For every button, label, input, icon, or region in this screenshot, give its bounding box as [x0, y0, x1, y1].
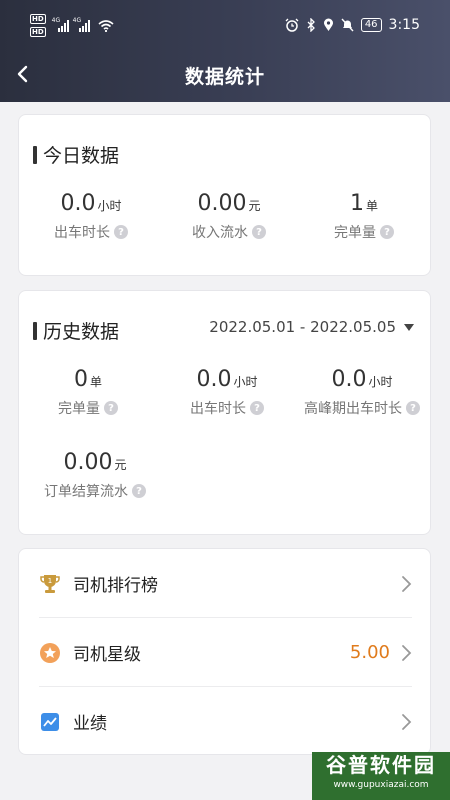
history-stat-settlement: 0.00 元 订单结算流水? [33, 450, 157, 501]
status-left: HD HD 4G 4G [30, 14, 114, 37]
stat-unit: 小时 [368, 375, 393, 389]
bluetooth-icon [307, 18, 315, 32]
stat-unit: 小时 [97, 199, 122, 213]
history-stat-peak-hours: 0.0 小时 高峰期出车时长? [297, 367, 427, 418]
help-icon[interactable]: ? [132, 484, 146, 498]
hd-badge-1: HD [30, 14, 46, 24]
today-stat-orders: 1单 完单量? [319, 191, 409, 242]
stat-label: 订单结算流水 [44, 484, 128, 500]
help-icon[interactable]: ? [406, 401, 420, 415]
help-icon[interactable]: ? [114, 225, 128, 239]
star-badge-icon [39, 642, 61, 664]
today-stat-income: 0.00 元 收入流水? [179, 191, 279, 242]
watermark-url: www.gupuxiazai.com [333, 780, 429, 790]
watermark-logo: 谷普软件园 www.gupuxiazai.com [312, 752, 450, 800]
stat-value: 0.0 [60, 191, 96, 216]
battery-indicator: 46 [360, 18, 382, 32]
title-marker [33, 321, 37, 340]
menu-item-performance[interactable]: 业绩 [39, 687, 412, 756]
chevron-right-icon [402, 713, 412, 730]
stat-unit: 单 [89, 375, 102, 389]
stat-unit: 元 [248, 199, 261, 213]
today-stat-drive-hours: 0.0 小时 出车时长? [43, 191, 139, 242]
svg-text:1: 1 [48, 577, 52, 585]
help-icon[interactable]: ? [252, 225, 266, 239]
stat-label: 出车时长 [54, 225, 110, 241]
chevron-right-icon [402, 575, 412, 592]
location-icon [323, 18, 333, 31]
stat-label: 出车时长 [190, 401, 246, 417]
history-card: 历史数据 2022.05.01 - 2022.05.05 0单 完单量? 0.0… [18, 290, 431, 535]
status-right: 46 3:15 [285, 17, 420, 33]
stat-value: 1 [349, 191, 364, 216]
trend-chart-icon [39, 711, 61, 733]
stat-value: 0.0 [331, 367, 367, 392]
stat-unit: 小时 [233, 375, 258, 389]
hd-badge-2: HD [30, 27, 46, 37]
stat-value: 0 [73, 367, 88, 392]
watermark-main: 谷普软件园 [326, 753, 436, 777]
hd-indicator: HD HD [30, 14, 46, 37]
caret-down-icon [404, 323, 414, 331]
stat-value: 0.00 [197, 191, 247, 216]
today-title: 今日数据 [33, 141, 119, 168]
title-marker [33, 145, 37, 164]
stat-unit: 单 [365, 199, 378, 213]
stat-label: 高峰期出车时长 [304, 401, 402, 417]
help-icon[interactable]: ? [104, 401, 118, 415]
nav-bar: 数据统计 [0, 52, 450, 96]
history-stat-drive-hours: 0.0 小时 出车时长? [179, 367, 275, 418]
menu-card: 1 司机排行榜 司机星级 5.00 业绩 [18, 548, 431, 755]
status-bar: HD HD 4G 4G 46 3:15 [0, 0, 450, 52]
alarm-icon [285, 18, 299, 32]
stat-label: 完单量 [334, 225, 376, 241]
star-rating-value: 5.00 [349, 642, 390, 663]
date-range-text: 2022.05.01 - 2022.05.05 [209, 318, 396, 336]
menu-label: 司机星级 [73, 645, 141, 665]
status-time: 3:15 [388, 17, 420, 33]
stat-label: 完单量 [58, 401, 100, 417]
menu-label: 司机排行榜 [73, 576, 158, 596]
history-title-text: 历史数据 [43, 321, 120, 343]
stat-value: 0.0 [196, 367, 232, 392]
today-card: 今日数据 0.0 小时 出车时长? 0.00 元 收入流水? 1单 完单量? [18, 114, 431, 276]
menu-item-ranking[interactable]: 1 司机排行榜 [39, 549, 412, 618]
today-title-text: 今日数据 [43, 145, 120, 167]
stat-value: 0.00 [63, 450, 113, 475]
menu-item-star-level[interactable]: 司机星级 5.00 [39, 618, 412, 687]
signal-icon: 4G [52, 17, 69, 32]
wifi-icon [98, 19, 114, 32]
page-title: 数据统计 [184, 66, 265, 88]
header: HD HD 4G 4G 46 3:15 数据统计 [0, 0, 450, 102]
stat-label: 收入流水 [192, 225, 248, 241]
chevron-right-icon [402, 644, 412, 661]
stat-unit: 元 [114, 458, 127, 472]
help-icon[interactable]: ? [380, 225, 394, 239]
help-icon[interactable]: ? [250, 401, 264, 415]
menu-label: 业绩 [73, 714, 107, 734]
mute-bell-icon [341, 18, 354, 32]
history-stat-orders: 0单 完单量? [43, 367, 133, 418]
date-range-selector[interactable]: 2022.05.01 - 2022.05.05 [209, 318, 414, 336]
signal-tag-2: 4G [72, 16, 82, 24]
signal-icon-2: 4G [73, 17, 90, 32]
trophy-icon: 1 [39, 573, 61, 595]
history-title: 历史数据 [33, 317, 119, 344]
signal-tag: 4G [51, 16, 61, 24]
